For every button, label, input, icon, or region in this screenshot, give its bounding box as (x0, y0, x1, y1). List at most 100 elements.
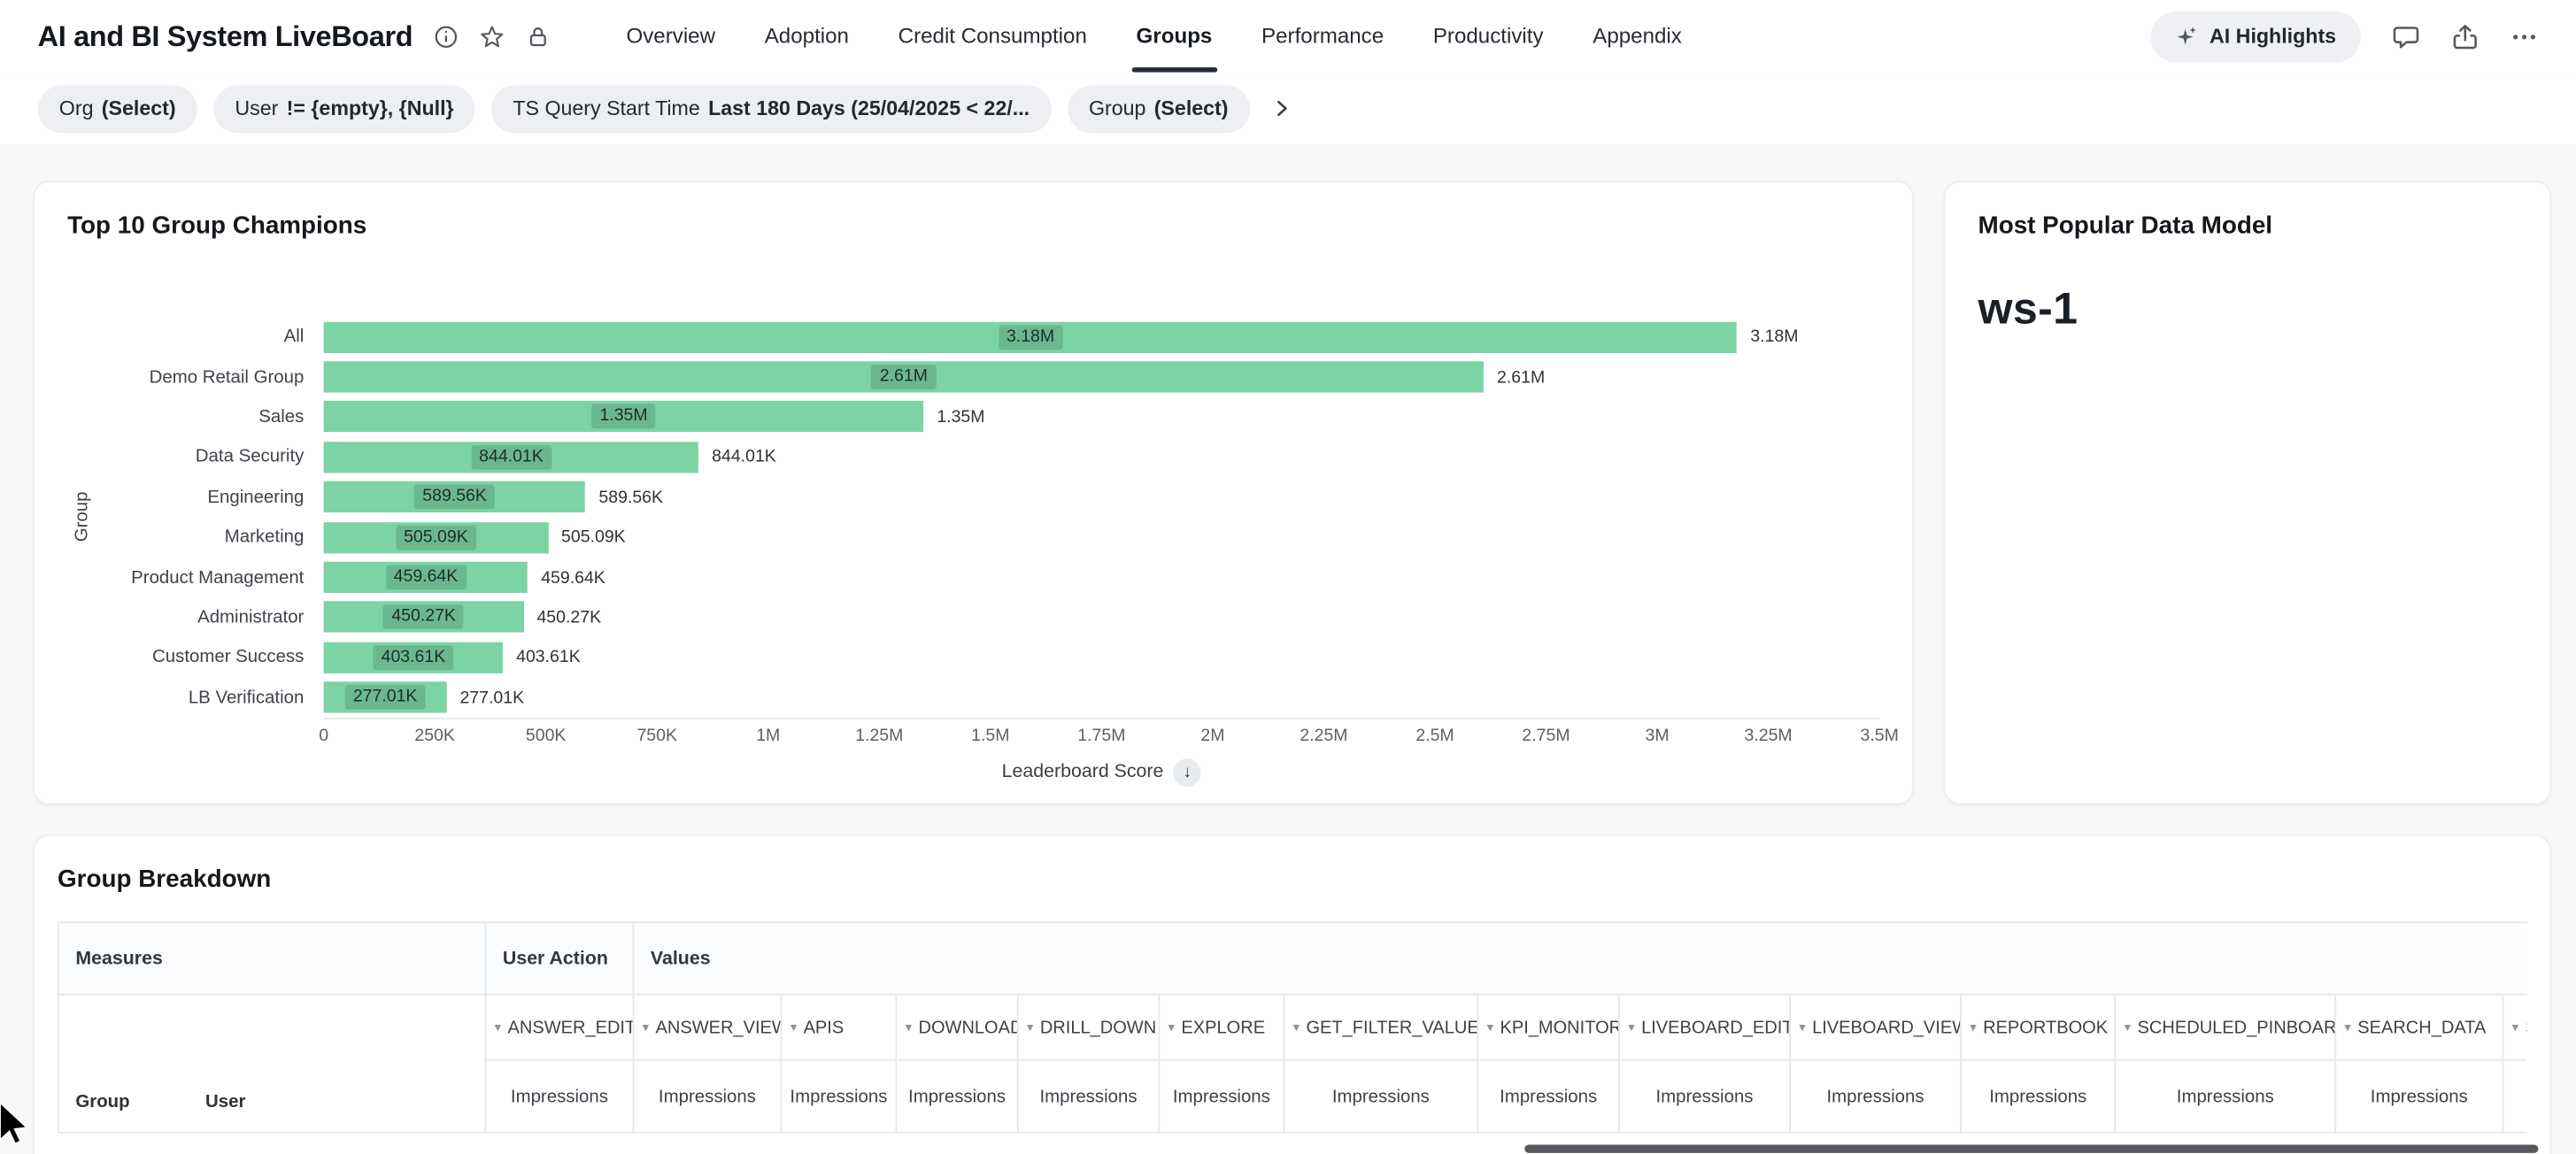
column-header-answer-edit[interactable]: ▾ANSWER_EDIT (485, 995, 633, 1060)
column-header-label: SCHEDULED_PINBOARDS (2138, 1018, 2336, 1037)
column-header-download[interactable]: ▾DOWNLOAD (896, 995, 1017, 1060)
column-header-label: DOWNLOAD (918, 1018, 1017, 1037)
impressions-cell: Impressions (485, 1060, 633, 1133)
bar-marketing[interactable]: 505.09K (324, 522, 549, 553)
sort-caret-icon: ▾ (2344, 1019, 2350, 1035)
sort-caret-icon: ▾ (1487, 1019, 1493, 1035)
column-header-explore[interactable]: ▾EXPLORE (1159, 995, 1284, 1060)
bar-product-management[interactable]: 459.64K (324, 562, 528, 593)
bar-row-administrator: Administrator450.27K450.27K (96, 597, 1879, 637)
bar-value-label-outside: 277.01K (459, 688, 524, 707)
bar-demo-retail-group[interactable]: 2.61M (324, 361, 1485, 392)
tab-groups[interactable]: Groups (1137, 0, 1213, 73)
x-axis-label: Leaderboard Score (1002, 763, 1164, 782)
filter-chip-org[interactable]: Org (Select) (38, 85, 197, 133)
model-card-title: Most Popular Data Model (1978, 212, 2518, 240)
column-header-spo[interactable]: ▾SPO (2503, 995, 2526, 1060)
filter-chip-value: (Select) (102, 96, 176, 119)
filter-chip-user[interactable]: User!= {empty}, {Null} (213, 85, 474, 133)
bar-value-label-outside: 459.64K (541, 567, 605, 587)
x-tick: 1.5M (971, 726, 1009, 745)
bar-row-data-security: Data Security844.01K844.01K (96, 437, 1879, 477)
impressions-cell: Impressions (1159, 1060, 1284, 1133)
column-header-label: KPI_MONITOR (1500, 1018, 1619, 1037)
x-tick: 1.75M (1077, 726, 1125, 745)
most-popular-data-model-card: Most Popular Data Model ws-1 (1944, 181, 2552, 804)
category-label: Engineering (96, 488, 323, 507)
column-header-scheduled-pinboards[interactable]: ▾ SCHEDULED_PINBOARDS (2115, 995, 2335, 1060)
bar-row-product-management: Product Management459.64K459.64K (96, 558, 1879, 597)
bar-value-label-outside: 3.18M (1750, 327, 1798, 347)
bar-engineering[interactable]: 589.56K (324, 481, 586, 512)
lock-icon[interactable] (526, 24, 551, 49)
measures-header: Measures (58, 922, 486, 995)
bar-data-security[interactable]: 844.01K (324, 442, 699, 473)
column-header-reportbook[interactable]: ▾REPORTBOOK (1961, 995, 2115, 1060)
bar-row-demo-retail-group: Demo Retail Group2.61M2.61M (96, 357, 1879, 396)
user-action-dimension-header: User Action (485, 922, 633, 995)
more-options-icon[interactable] (2510, 22, 2539, 50)
sort-caret-icon: ▾ (1799, 1019, 1805, 1035)
bar-customer-success[interactable]: 403.61K (324, 642, 504, 673)
column-header-label: LIVEBOARD_EDIT (1641, 1018, 1790, 1037)
mouse-cursor (0, 1100, 31, 1150)
column-header-answer-view[interactable]: ▾ANSWER_VIEW (633, 995, 781, 1060)
top-10-group-champions-card: Top 10 Group Champions Group All3.18M3.1… (33, 181, 1914, 804)
column-header-label: REPORTBOOK (1983, 1018, 2108, 1037)
bar-value-label-inside: 844.01K (471, 445, 551, 470)
sort-caret-icon: ▾ (1293, 1019, 1300, 1035)
tab-overview[interactable]: Overview (626, 0, 715, 73)
x-tick: 1M (756, 726, 780, 745)
column-header-label: APIS (804, 1018, 845, 1037)
star-icon[interactable] (480, 24, 505, 49)
column-header-apis[interactable]: ▾APIS (781, 995, 896, 1060)
liveboard-app: AI and BI System LiveBoard Overview Adopt… (0, 0, 2576, 1154)
sort-caret-icon: ▾ (2125, 1019, 2131, 1035)
topbar: AI and BI System LiveBoard Overview Adopt… (0, 0, 2576, 73)
column-header-drill-down[interactable]: ▾DRILL_DOWN (1018, 995, 1160, 1060)
tab-adoption[interactable]: Adoption (765, 0, 849, 73)
share-icon[interactable] (2451, 22, 2480, 50)
group-breakdown-table: MeasuresUser ActionValuesGroupUser▾ANSWE… (58, 921, 2526, 1133)
tab-credit-consumption[interactable]: Credit Consumption (899, 0, 1087, 73)
sort-descending-icon[interactable]: ↓ (1174, 758, 1202, 787)
bar-all[interactable]: 3.18M (324, 321, 1738, 352)
info-icon[interactable] (434, 24, 459, 49)
title-group: AI and BI System LiveBoard (38, 19, 551, 53)
model-value: ws-1 (1978, 284, 2518, 335)
column-header-get-filter-values[interactable]: ▾GET_FILTER_VALUES (1284, 995, 1477, 1060)
bar-sales[interactable]: 1.35M (324, 402, 924, 433)
tab-bar: Overview Adoption Credit Consumption Groups… (626, 0, 1681, 73)
category-label: Administrator (96, 608, 323, 627)
column-header-kpi-monitor[interactable]: ▾ KPI_MONITOR (1477, 995, 1619, 1060)
page-title: AI and BI System LiveBoard (38, 19, 413, 53)
horizontal-scrollbar-thumb[interactable] (1524, 1145, 2538, 1153)
column-header-liveboard-view[interactable]: ▾LIVEBOARD_VIEW (1790, 995, 1961, 1060)
column-header-liveboard-edit[interactable]: ▾LIVEBOARD_EDIT (1619, 995, 1790, 1060)
filter-chip-ts-query-start-time[interactable]: TS Query Start TimeLast 180 Days (25/04/… (491, 85, 1051, 133)
tab-appendix[interactable]: Appendix (1593, 0, 1682, 73)
sort-caret-icon: ▾ (2512, 1019, 2518, 1035)
bar-administrator[interactable]: 450.27K (324, 602, 524, 633)
x-tick: 3M (1646, 726, 1670, 745)
column-header-search-data[interactable]: ▾SEARCH_DATA (2335, 995, 2503, 1060)
filter-chip-name: Org (59, 96, 94, 119)
chart-card-title: Top 10 Group Champions (67, 212, 1879, 240)
bar-lb-verification[interactable]: 277.01K (324, 682, 447, 713)
x-axis-label-row: Leaderboard Score ↓ (324, 758, 1880, 787)
sort-caret-icon: ▾ (643, 1019, 649, 1035)
category-label: Demo Retail Group (96, 367, 323, 387)
tab-performance[interactable]: Performance (1261, 0, 1384, 73)
bar-value-label-inside: 277.01K (345, 685, 426, 710)
bar-value-label-inside: 505.09K (396, 525, 476, 550)
filters-expand-chevron[interactable] (1266, 94, 1295, 123)
pivot-table-scroll-area[interactable]: MeasuresUser ActionValuesGroupUser▾ANSWE… (58, 921, 2526, 1133)
comment-icon[interactable] (2392, 22, 2420, 50)
impressions-cell: Impressions (1284, 1060, 1477, 1133)
bar-value-label-inside: 450.27K (383, 605, 464, 630)
tab-productivity[interactable]: Productivity (1433, 0, 1544, 73)
filter-chip-group[interactable]: Group(Select) (1068, 85, 1250, 133)
group-breakdown-card: Group Breakdown MeasuresUser ActionValue… (33, 835, 2551, 1154)
ai-highlights-button[interactable]: AI Highlights (2150, 11, 2361, 62)
impressions-cell: Impressions (2115, 1060, 2335, 1133)
